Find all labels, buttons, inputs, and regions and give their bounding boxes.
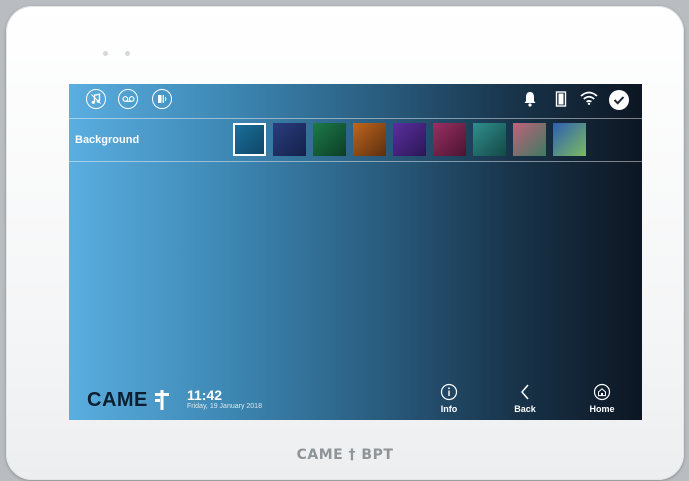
info-icon bbox=[440, 383, 458, 401]
door-icon bbox=[555, 91, 567, 112]
voicemail-icon[interactable] bbox=[118, 89, 138, 109]
music-note-icon[interactable] bbox=[86, 89, 106, 109]
background-swatch-violet[interactable] bbox=[393, 123, 426, 156]
back-button[interactable]: Back bbox=[505, 382, 545, 414]
background-swatch-green[interactable] bbox=[313, 123, 346, 156]
came-logo-text: CAME bbox=[87, 389, 148, 411]
clock-time: 11:42 bbox=[187, 387, 223, 403]
device-brand-text: CAME † BPT bbox=[296, 447, 394, 463]
wifi-icon bbox=[580, 91, 598, 110]
background-swatch-aurora[interactable] bbox=[553, 123, 586, 156]
home-icon bbox=[593, 383, 611, 401]
background-swatch-list bbox=[233, 123, 586, 156]
background-swatch-sunset[interactable] bbox=[513, 123, 546, 156]
intercom-device: Background CAME 11:42 Friday, 19 January… bbox=[6, 6, 684, 480]
light-sensor bbox=[125, 51, 130, 56]
top-status-bar bbox=[69, 84, 642, 118]
chevron-left-icon bbox=[521, 384, 529, 400]
background-swatch-orange[interactable] bbox=[353, 123, 386, 156]
info-button[interactable]: Info bbox=[429, 382, 469, 414]
back-label: Back bbox=[514, 404, 536, 414]
clock-date: Friday, 19 January 2018 bbox=[187, 403, 262, 410]
background-swatch-navy[interactable] bbox=[273, 123, 306, 156]
camera-sensor bbox=[103, 51, 108, 56]
top-divider bbox=[69, 118, 642, 119]
door-phone-icon[interactable] bbox=[152, 89, 172, 109]
came-logo-mark-icon bbox=[154, 389, 169, 410]
background-swatch-light-blue[interactable] bbox=[233, 123, 266, 156]
background-setting-label: Background bbox=[75, 134, 140, 146]
home-label: Home bbox=[589, 404, 615, 414]
background-swatch-teal[interactable] bbox=[473, 123, 506, 156]
settings-divider bbox=[69, 161, 642, 162]
check-icon bbox=[608, 89, 630, 116]
touch-screen: Background CAME 11:42 Friday, 19 January… bbox=[69, 84, 642, 420]
home-button[interactable]: Home bbox=[582, 382, 622, 414]
background-swatch-magenta[interactable] bbox=[433, 123, 466, 156]
came-logo: CAME bbox=[87, 389, 170, 412]
info-label: Info bbox=[440, 404, 458, 414]
bell-icon bbox=[523, 91, 537, 112]
